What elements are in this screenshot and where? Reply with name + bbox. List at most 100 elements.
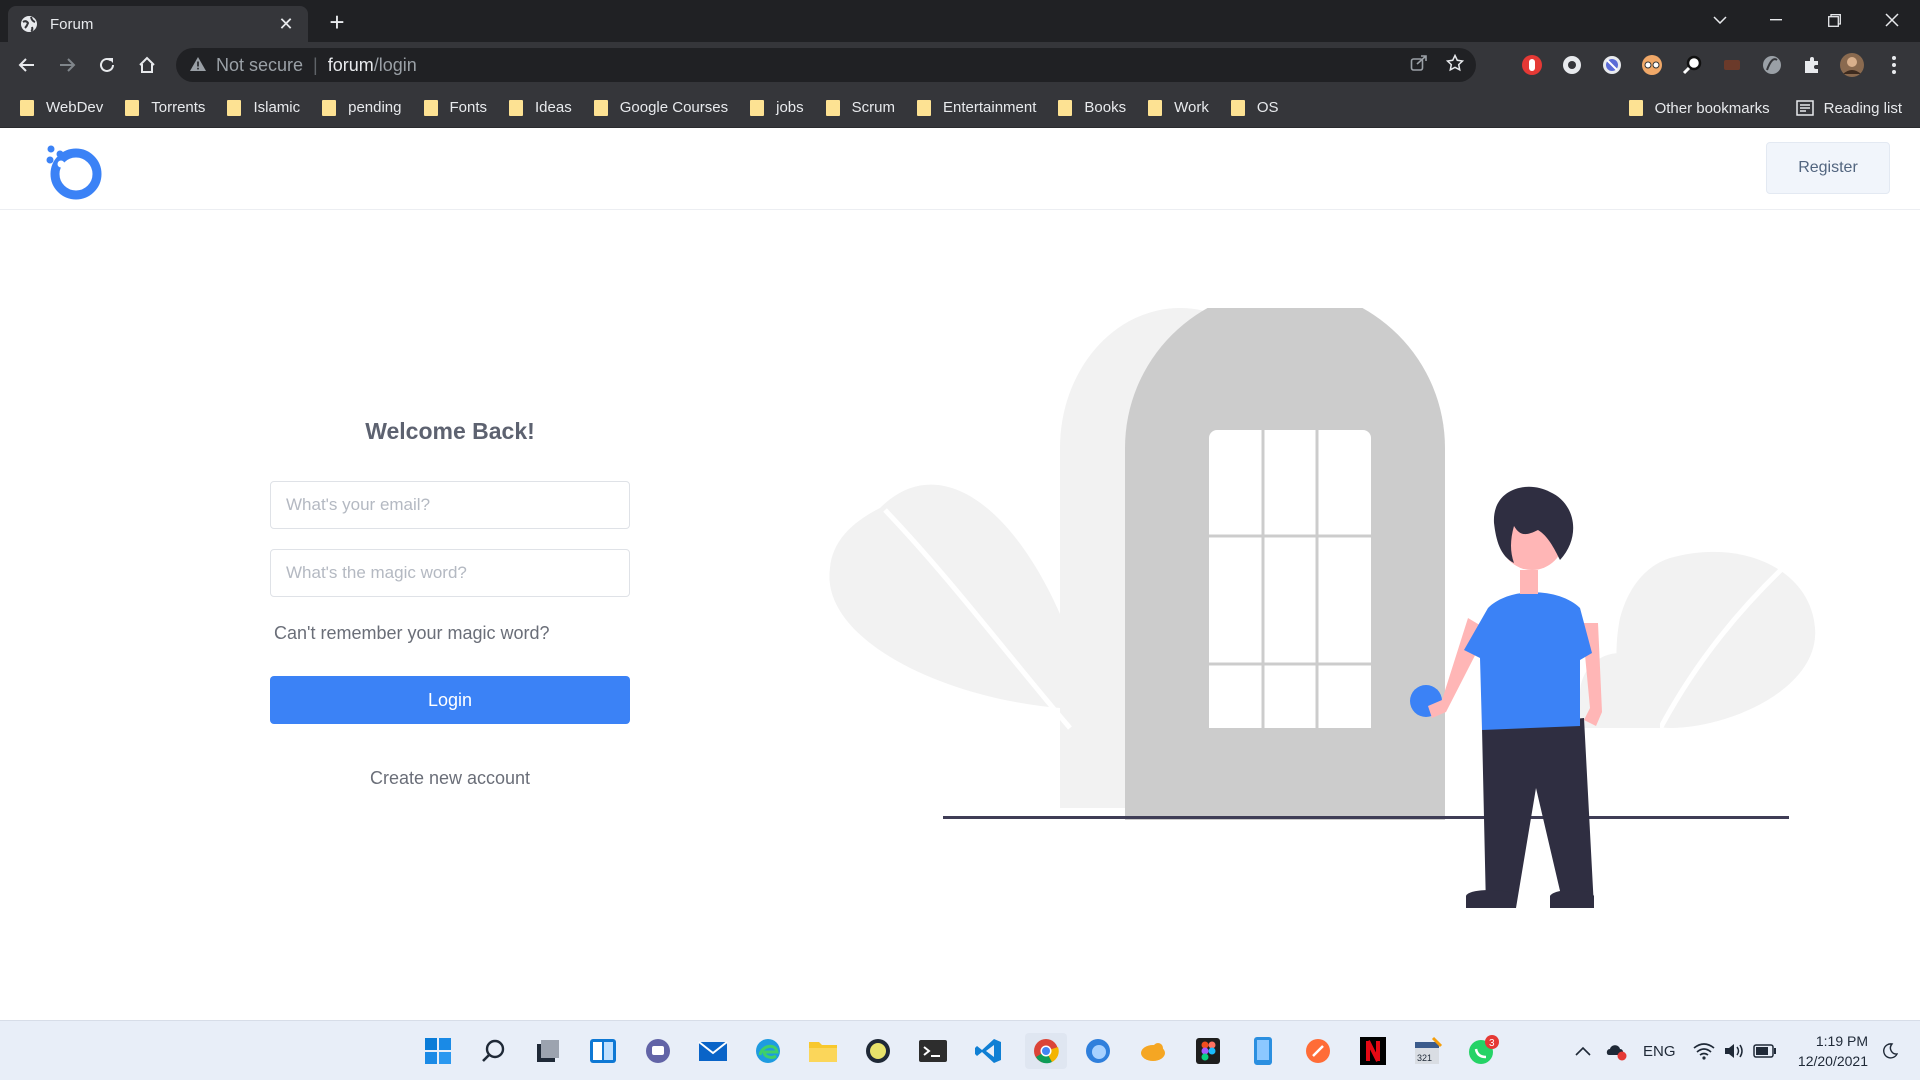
bookmark-folder[interactable]: pending [322, 99, 402, 116]
person-shoe-left [1466, 890, 1516, 908]
restore-icon[interactable] [1806, 0, 1862, 40]
chrome-icon[interactable] [1025, 1033, 1067, 1069]
netflix-icon[interactable] [1355, 1033, 1391, 1069]
app-icon-1[interactable] [860, 1033, 896, 1069]
whatsapp-badge: 3 [1489, 1038, 1495, 1049]
extension-glasses-icon[interactable] [1639, 52, 1665, 78]
create-account-link[interactable]: Create new account [270, 768, 630, 789]
battery-icon[interactable] [1753, 1021, 1777, 1081]
extension-icon-2[interactable] [1559, 52, 1585, 78]
bookmark-label: Work [1174, 99, 1209, 116]
firefox-icon[interactable] [1080, 1033, 1116, 1069]
task-view-icon[interactable] [530, 1033, 566, 1069]
bookmark-label: Books [1084, 99, 1127, 116]
profile-avatar[interactable] [1839, 52, 1865, 78]
phone-app-icon[interactable] [1245, 1033, 1281, 1069]
teams-chat-icon[interactable] [640, 1033, 676, 1069]
person-shoe-right [1550, 890, 1594, 908]
extension-block-icon[interactable] [1599, 52, 1625, 78]
focus-moon-icon[interactable] [1882, 1021, 1898, 1081]
volume-icon[interactable] [1723, 1021, 1745, 1081]
share-icon[interactable] [1410, 54, 1428, 77]
bookmark-label: Torrents [151, 99, 206, 116]
site-logo[interactable] [44, 142, 102, 200]
clock-time: 1:19 PM [1815, 1033, 1868, 1049]
bookmark-folder[interactable]: WebDev [20, 99, 103, 116]
bookmark-star-icon[interactable] [1445, 53, 1465, 77]
figma-icon[interactable] [1190, 1033, 1226, 1069]
folder-icon [423, 99, 438, 116]
reload-icon[interactable] [92, 50, 122, 80]
folder-icon [1058, 99, 1073, 116]
bookmark-folder[interactable]: OS [1230, 99, 1279, 116]
login-button[interactable]: Login [270, 676, 630, 724]
postman-icon[interactable] [1300, 1033, 1336, 1069]
tab-forum[interactable]: Forum ✕ [8, 6, 308, 42]
terminal-icon[interactable] [915, 1033, 951, 1069]
folder-icon [917, 99, 931, 116]
bookmark-folder[interactable]: Islamic [227, 99, 300, 116]
bookmark-folder[interactable]: Books [1058, 99, 1126, 116]
edge-icon[interactable] [750, 1033, 786, 1069]
mail-icon[interactable] [695, 1033, 731, 1069]
other-bookmarks[interactable]: Other bookmarks [1628, 100, 1770, 117]
person-shirt [1464, 592, 1592, 730]
extension-dark-icon[interactable] [1719, 52, 1745, 78]
folder-icon [593, 99, 608, 116]
person-neck [1520, 570, 1538, 594]
extension-search-icon[interactable] [1679, 52, 1705, 78]
tab-search-icon[interactable] [1692, 0, 1748, 40]
forward-icon[interactable] [52, 50, 82, 80]
tray-overflow-icon[interactable] [1575, 1021, 1591, 1081]
search-icon[interactable] [475, 1033, 511, 1069]
bookmark-folder[interactable]: Ideas [509, 99, 572, 116]
home-icon[interactable] [132, 50, 162, 80]
login-form: Welcome Back! Can't remember your magic … [270, 418, 630, 789]
bookmarks-right: Other bookmarks Reading list [1628, 88, 1902, 128]
bookmark-folder[interactable]: Torrents [125, 99, 205, 116]
email-field[interactable] [270, 481, 630, 529]
bookmark-folder[interactable]: Entertainment [917, 99, 1036, 116]
tray-app-icon[interactable] [1605, 1021, 1627, 1081]
reading-list[interactable]: Reading list [1795, 100, 1902, 117]
bookmark-label: pending [348, 99, 402, 116]
register-button[interactable]: Register [1766, 142, 1890, 194]
security-label[interactable]: Not secure [216, 55, 303, 76]
extensions-puzzle-icon[interactable] [1799, 52, 1825, 78]
app-icon-2[interactable] [1135, 1033, 1171, 1069]
address-bar[interactable]: Not secure | forum /login [176, 48, 1476, 82]
chrome-menu-icon[interactable] [1881, 52, 1907, 78]
whatsapp-icon[interactable]: 3 [1465, 1033, 1501, 1069]
bookmark-label: Ideas [535, 99, 572, 116]
globe-icon [20, 15, 38, 33]
widgets-icon[interactable] [585, 1033, 621, 1069]
calendar-icon[interactable]: 321 [1410, 1033, 1446, 1069]
password-field[interactable] [270, 549, 630, 597]
bookmark-folder[interactable]: Google Courses [593, 99, 728, 116]
windows-taskbar: 321 3 ENG 1:19 PM 12/20/2021 [0, 1020, 1920, 1080]
back-icon[interactable] [12, 50, 42, 80]
bookmark-folder[interactable]: jobs [750, 99, 804, 116]
folder-icon [1628, 100, 1643, 116]
folder-icon [227, 99, 242, 116]
language-indicator[interactable]: ENG [1643, 1021, 1676, 1081]
reading-list-icon [1795, 100, 1814, 116]
new-tab-button[interactable]: + [322, 7, 352, 37]
file-explorer-icon[interactable] [805, 1033, 841, 1069]
bookmark-folder[interactable]: Work [1148, 99, 1209, 116]
close-window-icon[interactable] [1864, 0, 1920, 40]
bookmark-folder[interactable]: Fonts [423, 99, 487, 116]
extension-adblock-icon[interactable] [1519, 52, 1545, 78]
start-icon[interactable] [420, 1033, 456, 1069]
forgot-password-link[interactable]: Can't remember your magic word? [274, 623, 630, 644]
system-clock[interactable]: 1:19 PM 12/20/2021 [1798, 1031, 1868, 1071]
folder-icon [1230, 99, 1245, 116]
minimize-icon[interactable] [1748, 0, 1804, 40]
tab-close-icon[interactable]: ✕ [276, 14, 296, 34]
vscode-icon[interactable] [970, 1033, 1006, 1069]
extension-speed-icon[interactable] [1759, 52, 1785, 78]
wifi-icon[interactable] [1693, 1021, 1715, 1081]
bookmark-folder[interactable]: Scrum [825, 99, 895, 116]
bookmark-label: Islamic [253, 99, 301, 116]
bookmark-label: WebDev [46, 99, 104, 116]
